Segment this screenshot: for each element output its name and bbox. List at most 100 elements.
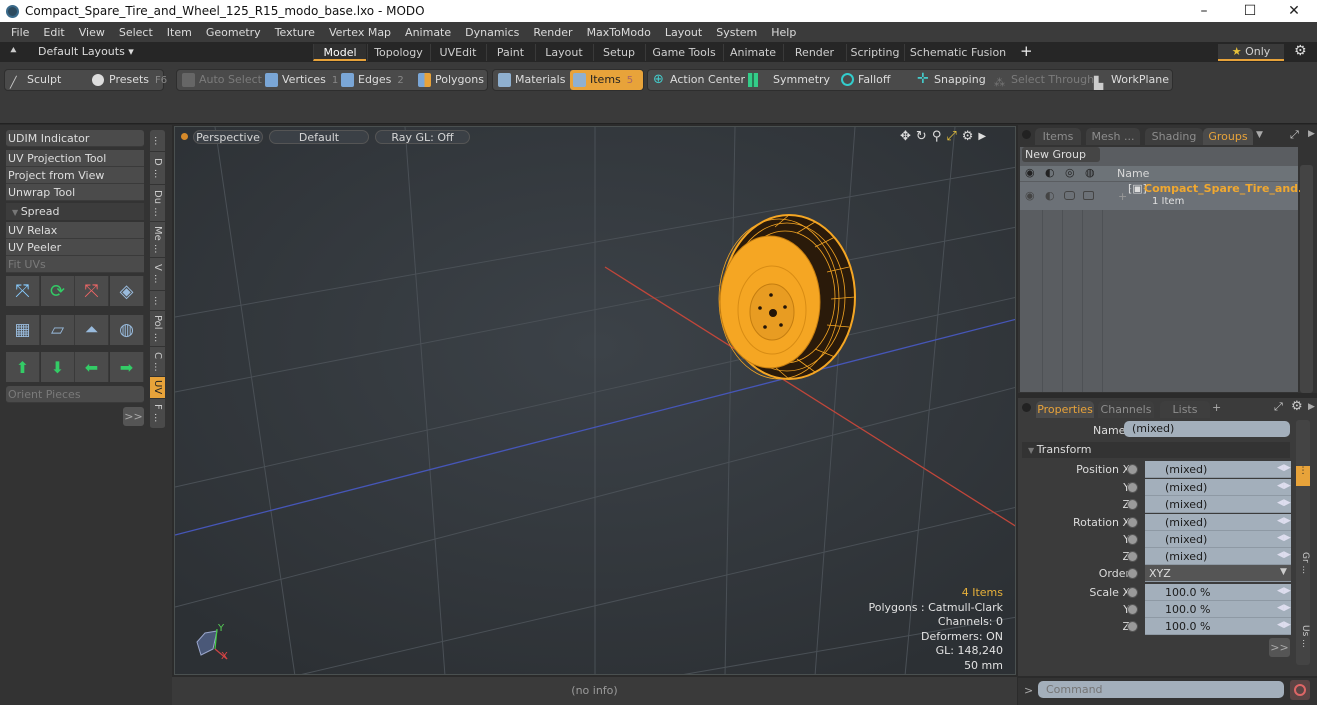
tab-lists[interactable]: Lists	[1160, 401, 1210, 418]
rotation-x-keyframe-icon[interactable]	[1127, 517, 1138, 528]
position-y-drag-icon[interactable]: ◀▶	[1277, 481, 1291, 491]
menu-texture[interactable]: Texture	[268, 26, 322, 39]
tab-topology[interactable]: Topology	[367, 44, 429, 61]
menu-geometry[interactable]: Geometry	[199, 26, 268, 39]
uv-skew-tool-button[interactable]: ▱	[41, 315, 75, 345]
uv-sphere-tool-button[interactable]: ◍	[110, 315, 144, 345]
pan-icon[interactable]: ✥	[900, 129, 911, 145]
select-through-button[interactable]: ⁂ Select Through	[991, 70, 1094, 90]
3d-viewport[interactable]: Y X Perspective Default Ray GL: Off ✥ ↻ …	[174, 126, 1016, 675]
scale-x-drag-icon[interactable]: ◀▶	[1277, 586, 1291, 596]
align-top-button[interactable]: ⬆	[6, 352, 40, 382]
raygl-button[interactable]: Ray GL: Off	[375, 130, 470, 144]
render-col-icon[interactable]: ◐	[1045, 166, 1055, 179]
panel-maximize-icon[interactable]: ⤢	[1274, 400, 1283, 414]
rotation-z-field[interactable]: (mixed)	[1145, 548, 1291, 565]
vtab-pol[interactable]: Pol ...	[150, 311, 165, 347]
expand-plus-icon[interactable]: +	[1118, 190, 1127, 203]
edges-button[interactable]: Edges 2	[338, 70, 404, 90]
viewport-settings-icon[interactable]: ⚙	[962, 129, 974, 145]
tab-shading[interactable]: Shading	[1145, 128, 1203, 145]
maximize-viewport-icon[interactable]: ⤢	[946, 129, 956, 145]
position-z-drag-icon[interactable]: ◀▶	[1277, 498, 1291, 508]
minimize-button[interactable]: –	[1181, 0, 1227, 22]
udim-indicator-button[interactable]: UDIM Indicator	[6, 130, 144, 147]
position-x-field[interactable]: (mixed)	[1145, 461, 1291, 478]
materials-button[interactable]: Materials	[495, 70, 565, 90]
action-center-button[interactable]: ⊕ Action Center	[650, 70, 745, 90]
position-y-keyframe-icon[interactable]	[1127, 482, 1138, 493]
tab-scripting[interactable]: Scripting	[846, 44, 903, 61]
orient-pieces-button[interactable]: Orient Pieces	[6, 386, 144, 403]
shading-default-button[interactable]: Default	[269, 130, 369, 144]
vtab-v[interactable]: V ...	[150, 258, 165, 291]
tab-groups[interactable]: Groups	[1203, 128, 1253, 145]
scale-y-drag-icon[interactable]: ◀▶	[1277, 603, 1291, 613]
vertices-button[interactable]: Vertices 1	[262, 70, 338, 90]
position-z-keyframe-icon[interactable]	[1127, 499, 1138, 510]
tab-items[interactable]: Items	[1035, 128, 1081, 145]
scale-y-field[interactable]: 100.0 %	[1145, 601, 1291, 618]
rotation-z-drag-icon[interactable]: ◀▶	[1277, 550, 1291, 560]
lock-col-icon[interactable]: ◎	[1065, 166, 1075, 179]
tab-paint[interactable]: Paint	[486, 44, 534, 61]
project-from-view-button[interactable]: Project from View	[6, 167, 144, 184]
orbit-icon[interactable]: ↻	[916, 129, 927, 145]
group-row[interactable]: ◉ ◐ + ⁅▣⁆ Compact_Spare_Tire_and... 1 It…	[1020, 182, 1311, 210]
visibility-toggle[interactable]: ◉	[1025, 189, 1035, 202]
name-field[interactable]: (mixed)	[1124, 421, 1290, 437]
tab-render[interactable]: Render	[783, 44, 845, 61]
scale-z-keyframe-icon[interactable]	[1127, 621, 1138, 632]
select-col-icon[interactable]: ◍	[1085, 166, 1095, 179]
menu-system[interactable]: System	[709, 26, 764, 39]
position-y-field[interactable]: (mixed)	[1145, 479, 1291, 496]
align-right-button[interactable]: ➡	[110, 352, 144, 382]
falloff-button[interactable]: Falloff	[838, 70, 890, 90]
presets-button[interactable]: Presets F6	[89, 70, 167, 90]
add-tab-button[interactable]: +	[1212, 401, 1221, 414]
fit-uvs-button[interactable]: Fit UVs	[6, 256, 144, 273]
more-properties-button[interactable]: >>	[1269, 638, 1290, 657]
tab-mesh[interactable]: Mesh ...	[1086, 128, 1140, 145]
select-toggle[interactable]	[1083, 191, 1094, 200]
zoom-icon[interactable]: ⚲	[932, 129, 942, 145]
rotation-z-keyframe-icon[interactable]	[1127, 551, 1138, 562]
panel-settings-icon[interactable]: ⚙	[1291, 399, 1303, 414]
uv-scale-tool-button[interactable]: ⤧	[75, 276, 109, 306]
menu-help[interactable]: Help	[764, 26, 803, 39]
vtab-me[interactable]: Me ...	[150, 222, 165, 258]
tab-setup[interactable]: Setup	[593, 44, 644, 61]
order-dropdown-icon[interactable]: ▼	[1280, 567, 1287, 577]
view-perspective-button[interactable]: Perspective	[193, 130, 263, 144]
vtab-dots-2[interactable]: ...	[150, 291, 165, 311]
vtab-dots[interactable]: ...	[150, 130, 165, 152]
uv-peeler-button[interactable]: UV Peeler	[6, 239, 144, 256]
workplane-button[interactable]: ▙ WorkPlane	[1091, 70, 1169, 90]
menu-view[interactable]: View	[72, 26, 112, 39]
tab-uvedit[interactable]: UVEdit	[430, 44, 485, 61]
tab-properties[interactable]: Properties	[1036, 401, 1094, 418]
layout-collapse-icon[interactable]: ⯅	[9, 44, 18, 58]
rotation-order-keyframe-icon[interactable]	[1127, 568, 1138, 579]
rotation-y-keyframe-icon[interactable]	[1127, 534, 1138, 545]
uv-relax-button[interactable]: UV Relax	[6, 222, 144, 239]
lock-toggle[interactable]	[1064, 191, 1075, 200]
uv-projection-tool-button[interactable]: UV Projection Tool	[6, 150, 144, 167]
menu-edit[interactable]: Edit	[36, 26, 71, 39]
panel-maximize-icon[interactable]: ⤢	[1290, 128, 1299, 142]
uv-taper-tool-button[interactable]: ⏶	[75, 315, 109, 345]
maximize-button[interactable]: ☐	[1227, 0, 1273, 22]
viewport-menu-dot[interactable]	[181, 133, 188, 140]
record-macro-button[interactable]	[1290, 680, 1310, 700]
rotation-x-drag-icon[interactable]: ◀▶	[1277, 516, 1291, 526]
expand-arrow-icon[interactable]: ▶	[978, 129, 986, 145]
menu-animate[interactable]: Animate	[398, 26, 458, 39]
scale-x-keyframe-icon[interactable]	[1127, 587, 1138, 598]
align-left-button[interactable]: ⬅	[75, 352, 109, 382]
uv-box-tool-button[interactable]: ▦	[6, 315, 40, 345]
symmetry-button[interactable]: Symmetry	[745, 70, 830, 90]
menu-file[interactable]: File	[4, 26, 36, 39]
vtab-du[interactable]: Du ...	[150, 185, 165, 222]
groups-scrollbar[interactable]	[1300, 165, 1313, 393]
vtab-uv[interactable]: UV	[150, 377, 165, 399]
